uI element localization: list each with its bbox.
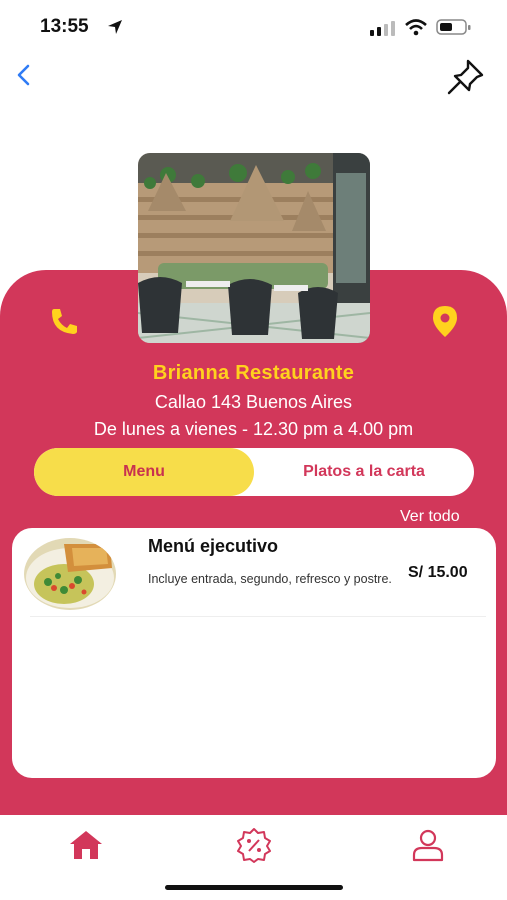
restaurant-hours: De lunes a vienes - 12.30 pm a 4.00 pm [93,419,414,439]
menu-card: Menú ejecutivo Incluye entrada, segundo,… [12,528,496,778]
restaurant-name: Brianna Restaurante [152,362,355,384]
status-time: 13:55 [40,16,89,37]
location-icon[interactable] [430,304,460,338]
dish-image [24,538,116,610]
item-description: Incluye entrada, segundo, refresco y pos… [148,572,392,586]
home-indicator [165,885,343,890]
tab-platos-a-la-carta[interactable]: Platos a la carta [254,448,474,496]
tab-menu[interactable]: Menu [34,448,254,496]
back-icon[interactable] [10,60,38,90]
home-icon[interactable] [66,827,106,863]
promo-icon[interactable] [234,827,274,863]
divider [30,616,486,617]
menu-tabs: Menu Platos a la carta [34,448,474,496]
pin-icon[interactable] [444,56,488,96]
item-price: S/ 15.00 [408,564,468,581]
user-icon[interactable] [408,827,448,863]
restaurant-address: Callao 143 Buenos Aires [154,392,353,412]
location-arrow-icon [108,20,122,34]
battery-icon [436,19,471,35]
status-bar: 13:55 [0,0,507,50]
item-title: Menú ejecutivo [148,536,279,556]
signal-icon [370,21,395,36]
phone-icon[interactable] [48,306,80,336]
see-all-link[interactable]: Ver todo [400,508,460,526]
wifi-icon [405,19,427,36]
restaurant-photo [138,153,370,343]
